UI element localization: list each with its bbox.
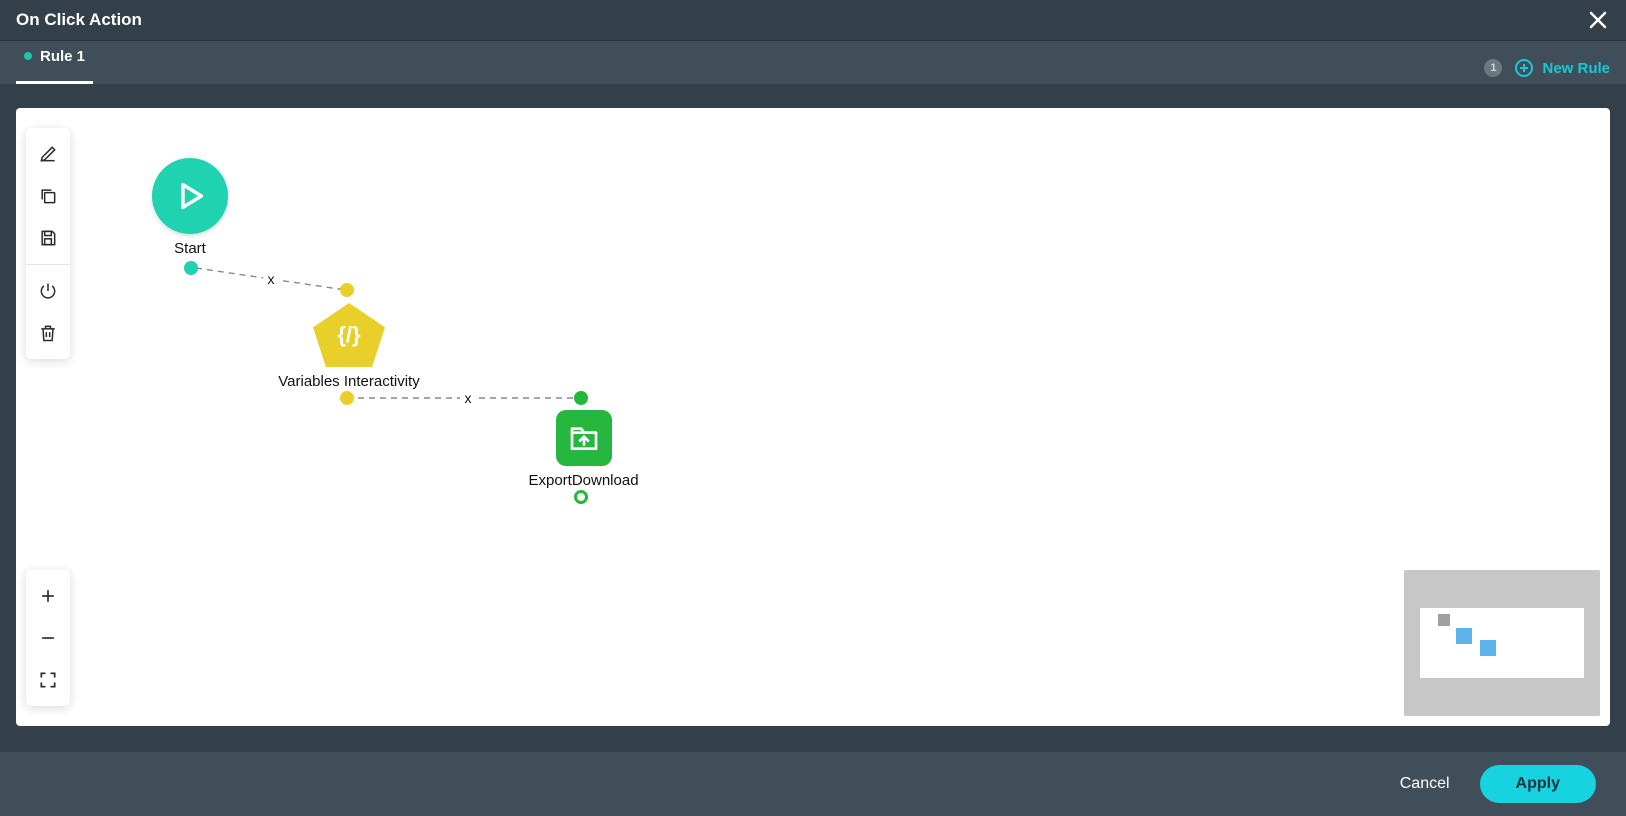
dialog-title: On Click Action — [16, 10, 142, 30]
node-export[interactable]: ExportDownload — [526, 410, 641, 489]
tab-status-dot — [24, 52, 32, 60]
port-export-in[interactable] — [574, 391, 588, 405]
tab-rule-1[interactable]: Rule 1 — [16, 41, 93, 84]
minimap[interactable] — [1404, 570, 1600, 716]
copy-icon — [38, 186, 58, 206]
edge-layer — [16, 108, 1610, 726]
zoom-in-button[interactable] — [30, 576, 66, 616]
zoom-out-button[interactable] — [30, 618, 66, 658]
export-icon — [556, 410, 612, 466]
new-rule-button[interactable]: New Rule — [1514, 58, 1610, 78]
minimap-node — [1456, 628, 1472, 644]
minimap-node — [1438, 614, 1450, 626]
port-variables-in[interactable] — [340, 283, 354, 297]
plus-circle-icon — [1514, 58, 1534, 78]
power-icon — [38, 281, 58, 301]
flow-canvas-container: x x Start {/} Variables Interactivity — [16, 108, 1610, 726]
pencil-icon — [38, 144, 58, 164]
cancel-button[interactable]: Cancel — [1400, 775, 1450, 793]
dialog-footer: Cancel Apply — [0, 752, 1626, 816]
edge-delete-1[interactable]: x — [263, 271, 279, 287]
trash-icon — [38, 323, 58, 343]
plus-icon — [38, 586, 58, 606]
canvas-toolbar — [26, 128, 70, 359]
start-icon — [152, 158, 228, 234]
flow-canvas[interactable]: x x Start {/} Variables Interactivity — [16, 108, 1610, 726]
copy-button[interactable] — [30, 176, 66, 216]
port-start-out[interactable] — [184, 261, 198, 275]
dialog-header: On Click Action — [0, 0, 1626, 40]
save-icon — [38, 228, 58, 248]
close-icon — [1588, 10, 1608, 30]
node-start-label: Start — [174, 240, 206, 257]
node-export-label: ExportDownload — [528, 472, 638, 489]
tab-strip: Rule 1 1 New Rule — [0, 40, 1626, 84]
node-variables[interactable]: {/} Variables Interactivity — [274, 303, 424, 390]
port-export-out[interactable] — [574, 490, 588, 504]
port-variables-out[interactable] — [340, 391, 354, 405]
rule-count-badge: 1 — [1484, 59, 1502, 77]
zoom-toolbar — [26, 570, 70, 706]
minimap-viewport — [1420, 608, 1584, 678]
code-braces-icon: {/} — [313, 303, 385, 367]
apply-button[interactable]: Apply — [1480, 765, 1596, 803]
fullscreen-icon — [38, 670, 58, 690]
fullscreen-button[interactable] — [30, 660, 66, 700]
tab-label: Rule 1 — [40, 48, 85, 65]
node-variables-label: Variables Interactivity — [278, 373, 419, 390]
power-button[interactable] — [30, 271, 66, 311]
minimap-node — [1480, 640, 1496, 656]
edge-delete-2[interactable]: x — [460, 390, 476, 406]
node-start[interactable]: Start — [152, 158, 228, 257]
new-rule-label: New Rule — [1542, 60, 1610, 77]
minus-icon — [38, 628, 58, 648]
delete-button[interactable] — [30, 313, 66, 353]
close-button[interactable] — [1586, 8, 1610, 32]
toolbar-separator — [26, 264, 70, 265]
edit-button[interactable] — [30, 134, 66, 174]
save-button[interactable] — [30, 218, 66, 258]
